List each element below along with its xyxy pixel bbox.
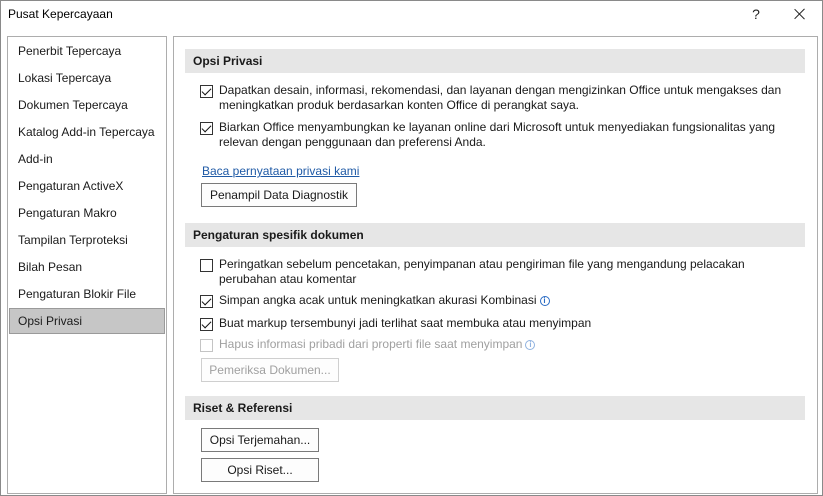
checkbox-remove-personal-info	[200, 339, 213, 352]
sidebar-item-trusted-locations[interactable]: Lokasi Tepercaya	[9, 65, 165, 91]
option-row-random-number: Simpan angka acak untuk meningkatkan aku…	[200, 293, 800, 308]
option-label: Simpan angka acak untuk meningkatkan aku…	[219, 293, 789, 308]
option-label: Buat markup tersembunyi jadi terlihat sa…	[219, 316, 592, 330]
trust-center-dialog: Pusat Kepercayaan ? Penerbit Tepercaya L…	[0, 0, 823, 496]
window-title: Pusat Kepercayaan	[8, 7, 113, 21]
checkbox-office-content-access[interactable]	[200, 85, 213, 98]
checkbox-hidden-markup[interactable]	[200, 318, 213, 331]
close-button[interactable]	[787, 3, 813, 25]
document-inspector-button: Pemeriksa Dokumen...	[201, 358, 339, 382]
section-header-research: Riset & Referensi	[185, 396, 805, 420]
option-row-online-services: Biarkan Office menyambungkan ke layanan …	[200, 120, 800, 150]
translation-options-button[interactable]: Opsi Terjemahan...	[201, 428, 319, 452]
sidebar-item-privacy-options[interactable]: Opsi Privasi	[9, 308, 165, 334]
option-row-office-content-access: Dapatkan desain, informasi, rekomendasi,…	[200, 83, 800, 113]
option-row-hidden-markup: Buat markup tersembunyi jadi terlihat sa…	[200, 316, 800, 331]
checkbox-random-number[interactable]	[200, 295, 213, 308]
section-header-privacy: Opsi Privasi	[185, 49, 805, 73]
option-row-remove-personal-info: Hapus informasi pribadi dari properti fi…	[200, 337, 800, 352]
option-label: Peringatkan sebelum pencetakan, penyimpa…	[219, 257, 745, 286]
sidebar-item-trusted-publishers[interactable]: Penerbit Tepercaya	[9, 38, 165, 64]
content-panel: Opsi Privasi Dapatkan desain, informasi,…	[173, 36, 818, 494]
info-icon[interactable]: i	[539, 296, 550, 306]
help-icon: ?	[752, 6, 760, 22]
sidebar-item-protected-view[interactable]: Tampilan Terproteksi	[9, 227, 165, 253]
option-label: Biarkan Office menyambungkan ke layanan …	[219, 120, 776, 149]
option-text: Simpan angka acak untuk meningkatkan aku…	[219, 293, 537, 307]
help-button[interactable]: ?	[743, 3, 769, 25]
title-bar: Pusat Kepercayaan ?	[1, 1, 822, 29]
diagnostic-data-viewer-button[interactable]: Penampil Data Diagnostik	[201, 183, 357, 207]
sidebar-item-macro-settings[interactable]: Pengaturan Makro	[9, 200, 165, 226]
sidebar-item-file-block-settings[interactable]: Pengaturan Blokir File	[9, 281, 165, 307]
research-options-button[interactable]: Opsi Riset...	[201, 458, 319, 482]
checkbox-tracked-changes-warning[interactable]	[200, 259, 213, 272]
close-icon	[794, 8, 806, 20]
sidebar-item-addins[interactable]: Add-in	[9, 146, 165, 172]
option-row-tracked-changes-warning: Peringatkan sebelum pencetakan, penyimpa…	[200, 257, 800, 287]
checkbox-online-services[interactable]	[200, 122, 213, 135]
option-label: Hapus informasi pribadi dari properti fi…	[219, 337, 789, 352]
privacy-statement-link[interactable]: Baca pernyataan privasi kami	[202, 164, 359, 178]
option-label: Dapatkan desain, informasi, rekomendasi,…	[219, 83, 782, 112]
sidebar-item-trusted-addin-catalogs[interactable]: Katalog Add-in Tepercaya	[9, 119, 165, 145]
sidebar-item-activex-settings[interactable]: Pengaturan ActiveX	[9, 173, 165, 199]
sidebar-item-message-bar[interactable]: Bilah Pesan	[9, 254, 165, 280]
option-text: Hapus informasi pribadi dari properti fi…	[219, 337, 523, 351]
info-icon[interactable]: i	[525, 340, 536, 350]
section-header-document-settings: Pengaturan spesifik dokumen	[185, 223, 805, 247]
sidebar-item-trusted-documents[interactable]: Dokumen Tepercaya	[9, 92, 165, 118]
sidebar: Penerbit Tepercaya Lokasi Tepercaya Doku…	[7, 36, 167, 494]
